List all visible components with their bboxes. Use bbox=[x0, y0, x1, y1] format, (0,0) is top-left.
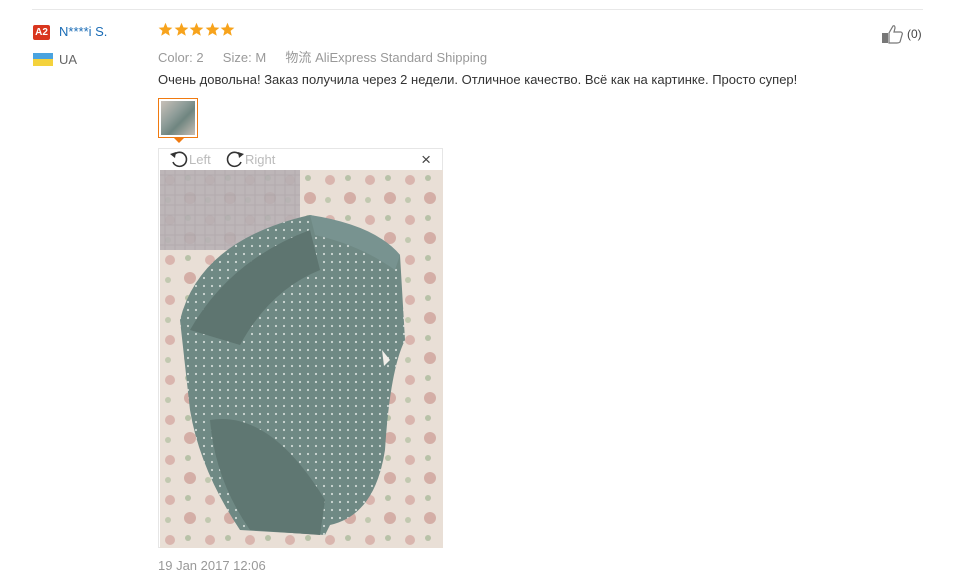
order-attributes: Color: 2 Size: M 物流 AliExpress Standard … bbox=[158, 47, 487, 66]
review-text: Очень довольна! Заказ получила через 2 н… bbox=[158, 72, 798, 87]
photo-viewer: Left Right × bbox=[158, 148, 443, 548]
star-rating bbox=[158, 22, 236, 37]
star-icon bbox=[205, 22, 219, 36]
reviewer-name: N****i S. bbox=[59, 24, 108, 39]
rotate-left-button[interactable]: Left bbox=[169, 150, 211, 168]
helpful-button[interactable]: (0) bbox=[881, 24, 922, 44]
size-label: Size: bbox=[222, 50, 252, 65]
review-date: 19 Jan 2017 12:06 bbox=[158, 558, 266, 573]
star-icon bbox=[158, 22, 173, 36]
rotate-right-icon bbox=[226, 151, 244, 168]
rotate-left-label: Left bbox=[189, 151, 211, 167]
reviewer-country: UA bbox=[59, 52, 78, 67]
rotate-left-icon bbox=[170, 151, 188, 168]
shipping-label: 物流 bbox=[285, 50, 312, 65]
color-value: 2 bbox=[196, 50, 204, 65]
buyer-level-badge: A2 bbox=[33, 25, 50, 40]
color-label: Color: bbox=[158, 50, 193, 65]
star-icon bbox=[174, 22, 188, 36]
thumbnail-pointer bbox=[174, 138, 184, 143]
rotate-right-button[interactable]: Right bbox=[225, 150, 275, 168]
country-flag-icon bbox=[33, 53, 53, 66]
star-icon bbox=[220, 22, 235, 36]
review-photo bbox=[160, 170, 443, 548]
viewer-toolbar: Left Right × bbox=[159, 149, 442, 169]
thumbs-up-icon bbox=[882, 25, 903, 44]
rotate-right-label: Right bbox=[245, 151, 276, 167]
helpful-count: (0) bbox=[907, 27, 922, 41]
divider bbox=[32, 9, 923, 10]
close-icon[interactable]: × bbox=[421, 150, 431, 170]
size-value: M bbox=[255, 50, 267, 65]
shipping-value: AliExpress Standard Shipping bbox=[315, 50, 488, 65]
review-photo-thumbnail[interactable] bbox=[158, 98, 198, 138]
star-icon bbox=[189, 22, 204, 36]
